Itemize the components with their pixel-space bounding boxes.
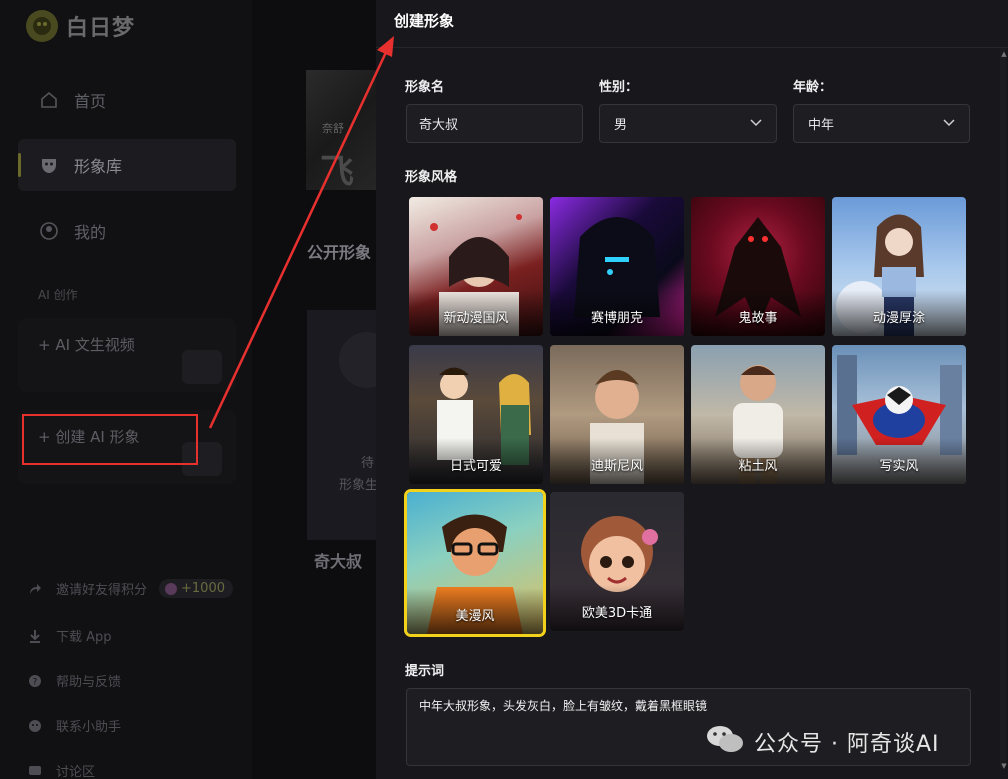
prompt-text: 中年大叔形象，头发灰白，脸上有皱纹，戴着黑框眼镜 bbox=[419, 699, 708, 713]
watermark-text: 公众号 · 阿奇谈AI bbox=[754, 732, 940, 757]
gender-label: 性别： bbox=[599, 80, 639, 95]
gender-value: 男 bbox=[614, 118, 628, 133]
discussion-link[interactable]: 讨论区 bbox=[28, 761, 95, 779]
card-status-line2: 形象生 bbox=[339, 478, 376, 493]
svg-text:?: ? bbox=[33, 677, 38, 687]
points-badge-value: +1000 bbox=[181, 581, 225, 596]
style-label: 形象风格 bbox=[405, 170, 458, 185]
contact-assistant-link[interactable]: 联系小助手 bbox=[28, 716, 121, 735]
scroll-down-icon[interactable]: ▼ bbox=[1000, 762, 1008, 770]
modal-scrollbar[interactable] bbox=[1000, 48, 1006, 768]
chevron-down-icon bbox=[943, 116, 955, 131]
help-feedback-label: 帮助与反馈 bbox=[56, 675, 122, 690]
create-character-modal: 创建形象 形象名 性别： 男 年龄： 中年 形象风格 新动漫国风 赛博朋克 bbox=[376, 0, 1008, 779]
mask-icon bbox=[38, 154, 60, 176]
nav-home[interactable]: 首页 bbox=[18, 74, 236, 126]
annotation-highlight-box bbox=[22, 414, 198, 465]
modal-header: 创建形象 bbox=[376, 0, 1008, 48]
sidebar: 白日梦 首页 形象库 我的 AI 创作 + AI 文生视频 + 创建 AI 形象… bbox=[0, 0, 252, 779]
help-icon: ? bbox=[28, 673, 44, 689]
tv-icon bbox=[182, 350, 222, 384]
style-card-disney[interactable]: 迪斯尼风 bbox=[550, 345, 684, 484]
style-card-japanese-cute[interactable]: 日式可爱 bbox=[409, 345, 543, 484]
style-card-realistic[interactable]: 写实风 bbox=[832, 345, 966, 484]
help-feedback-link[interactable]: ? 帮助与反馈 bbox=[28, 671, 121, 690]
style-card-new-anime[interactable]: 新动漫国风 bbox=[409, 197, 543, 336]
style-card-cyberpunk[interactable]: 赛博朋克 bbox=[550, 197, 684, 336]
card-status-line1: 待 bbox=[361, 456, 375, 471]
ai-text-video-label: + AI 文生视频 bbox=[38, 336, 135, 354]
style-card-ghost-story[interactable]: 鬼故事 bbox=[691, 197, 825, 336]
download-app-label: 下载 App bbox=[56, 630, 112, 645]
character-card-name: 奇大叔 bbox=[314, 552, 363, 571]
name-field[interactable] bbox=[406, 104, 583, 143]
character-card[interactable]: 待 形象生 bbox=[307, 310, 376, 540]
assistant-icon bbox=[28, 718, 44, 734]
download-app-link[interactable]: 下载 App bbox=[28, 626, 112, 645]
nav-mine[interactable]: 我的 bbox=[18, 205, 236, 257]
style-name: 动漫厚涂 bbox=[872, 311, 925, 326]
download-icon bbox=[28, 628, 44, 644]
ai-section-label: AI 创作 bbox=[38, 288, 78, 302]
age-select[interactable]: 中年 bbox=[793, 104, 970, 143]
logo-icon bbox=[26, 10, 58, 42]
name-input[interactable] bbox=[419, 116, 559, 131]
flower-icon bbox=[165, 582, 178, 595]
style-card-western-3d-cartoon[interactable]: 欧美3D卡通 bbox=[550, 492, 684, 631]
style-name: 写实风 bbox=[879, 459, 919, 474]
chat-icon bbox=[28, 763, 44, 779]
nav-library-label: 形象库 bbox=[74, 157, 123, 176]
style-name: 赛博朋克 bbox=[590, 311, 643, 326]
user-circle-icon bbox=[38, 220, 60, 242]
app-logo[interactable]: 白日梦 bbox=[26, 10, 135, 42]
age-value: 中年 bbox=[808, 118, 835, 133]
style-name: 鬼故事 bbox=[738, 311, 778, 326]
scroll-up-icon[interactable]: ▲ bbox=[1000, 50, 1008, 58]
invite-friends-label: 邀请好友得积分 bbox=[56, 583, 148, 598]
points-badge: +1000 bbox=[159, 579, 233, 598]
style-name: 欧美3D卡通 bbox=[581, 606, 653, 621]
contact-assistant-label: 联系小助手 bbox=[56, 720, 122, 735]
style-card-clay[interactable]: 粘土风 bbox=[691, 345, 825, 484]
style-name: 粘土风 bbox=[738, 459, 778, 474]
style-card-american-comic[interactable]: 美漫风 bbox=[404, 489, 546, 637]
card-thumbnail-icon bbox=[339, 332, 376, 388]
gender-select[interactable]: 男 bbox=[599, 104, 777, 143]
style-name: 美漫风 bbox=[455, 609, 495, 624]
name-label: 形象名 bbox=[405, 80, 445, 95]
invite-friends-link[interactable]: 邀请好友得积分 +1000 bbox=[28, 579, 233, 598]
age-label: 年龄： bbox=[793, 80, 833, 95]
style-name: 新动漫国风 bbox=[443, 311, 509, 326]
banner-small-text: 奈舒 bbox=[322, 122, 344, 135]
wechat-icon bbox=[706, 724, 744, 760]
nav-character-library[interactable]: 形象库 bbox=[18, 139, 236, 191]
nav-mine-label: 我的 bbox=[74, 223, 107, 242]
style-card-anime-thick-paint[interactable]: 动漫厚涂 bbox=[832, 197, 966, 336]
prompt-label: 提示词 bbox=[405, 664, 445, 679]
style-name: 日式可爱 bbox=[449, 459, 502, 474]
banner-big-text: 飞风 bbox=[320, 152, 354, 190]
chevron-down-icon bbox=[750, 116, 762, 131]
public-characters-title: 公开形象 bbox=[307, 243, 372, 262]
share-icon bbox=[28, 581, 44, 597]
style-name: 迪斯尼风 bbox=[590, 459, 643, 474]
ai-text-video-card[interactable]: + AI 文生视频 bbox=[18, 318, 236, 392]
app-name: 白日梦 bbox=[66, 16, 136, 41]
home-icon bbox=[38, 89, 60, 111]
watermark: 公众号 · 阿奇谈AI bbox=[706, 724, 940, 760]
banner-image[interactable]: 奈舒 飞风 bbox=[306, 70, 376, 190]
nav-home-label: 首页 bbox=[74, 92, 107, 111]
discussion-label: 讨论区 bbox=[56, 765, 96, 779]
modal-title: 创建形象 bbox=[394, 12, 455, 30]
